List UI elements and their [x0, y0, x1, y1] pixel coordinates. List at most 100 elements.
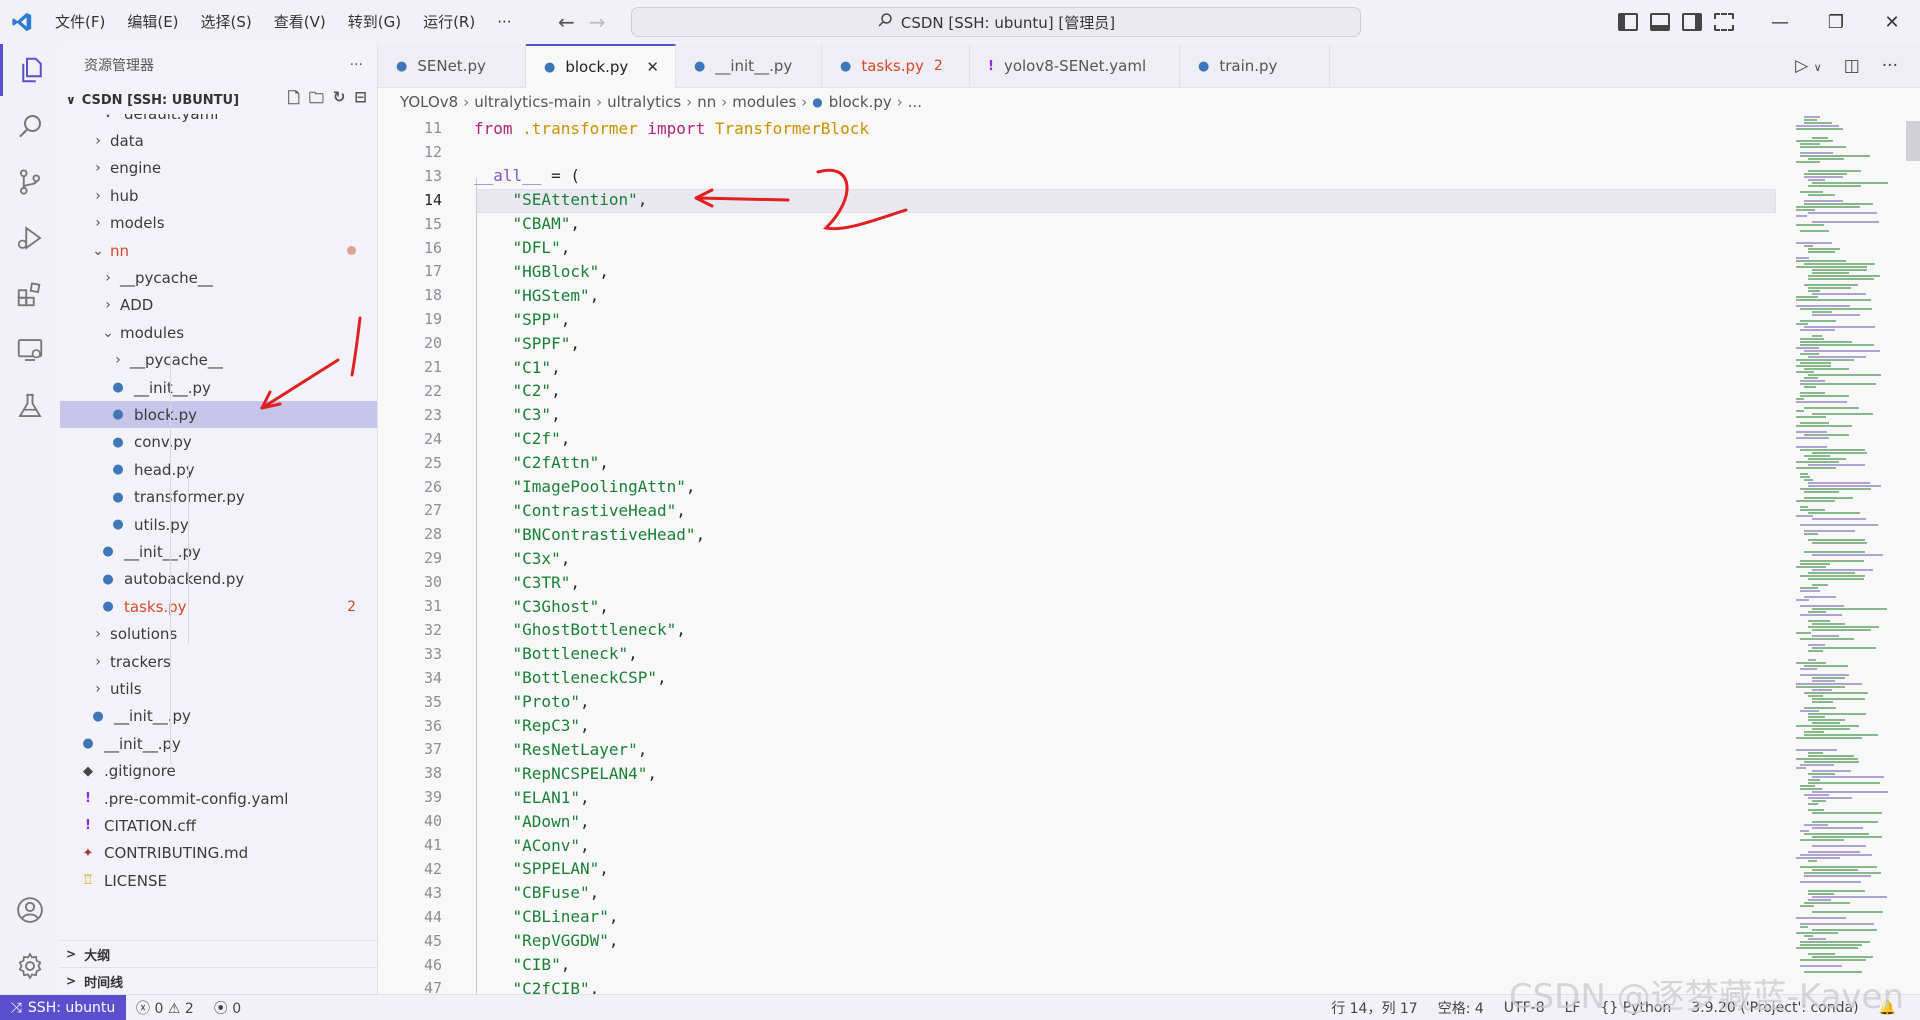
more-actions-icon[interactable]: ···	[350, 57, 363, 73]
tree-item[interactable]: ● conv.py	[60, 429, 377, 456]
breadcrumb-item[interactable]: block.py	[829, 93, 892, 111]
toggle-panel-icon[interactable]	[1650, 13, 1670, 31]
minimap-line	[1796, 857, 1840, 859]
minimap-line	[1804, 173, 1847, 175]
tree-item[interactable]: › hub	[60, 182, 377, 209]
minimap-line	[1804, 497, 1854, 499]
tree-item[interactable]: ● transformer.py	[60, 484, 377, 511]
breadcrumb-item[interactable]: nn	[697, 93, 716, 111]
settings-gear-icon[interactable]	[0, 940, 60, 992]
editor-tab[interactable]: ● train.py	[1180, 44, 1330, 88]
minimap-line	[1808, 278, 1875, 280]
remote-explorer-icon[interactable]	[0, 324, 60, 376]
search-icon[interactable]	[0, 100, 60, 152]
tree-item[interactable]: ● __init__.py	[60, 703, 377, 730]
tree-item[interactable]: › data	[60, 127, 377, 154]
close-tab-icon[interactable]: ✕	[646, 58, 659, 76]
minimap-line	[1808, 773, 1836, 775]
explorer-icon[interactable]	[0, 44, 60, 96]
command-center[interactable]: CSDN [SSH: ubuntu] [管理员]	[631, 7, 1361, 37]
minimap-line	[1800, 524, 1878, 526]
minimap-line	[1804, 176, 1843, 178]
tree-item[interactable]: ● __init__.py	[60, 730, 377, 757]
menu-item[interactable]: ···	[486, 0, 522, 44]
tree-item[interactable]: ! default.yaml	[60, 114, 377, 127]
tree-item[interactable]: › models	[60, 210, 377, 237]
tree-item[interactable]: ◆ .gitignore	[60, 758, 377, 785]
more-actions-icon[interactable]: ···	[1882, 56, 1898, 76]
breadcrumb-item[interactable]: YOLOv8	[400, 93, 458, 111]
minimap[interactable]	[1776, 116, 1920, 994]
new-file-icon[interactable]: 🗋	[288, 88, 300, 113]
customize-layout-icon[interactable]	[1714, 13, 1734, 31]
tree-item[interactable]: ● head.py	[60, 456, 377, 483]
close-icon[interactable]: ✕	[1864, 0, 1920, 44]
tree-item[interactable]: › __pycache__	[60, 347, 377, 374]
collapse-all-icon[interactable]: ⊟	[354, 88, 367, 113]
source-control-icon[interactable]	[0, 156, 60, 208]
menu-item[interactable]: 查看(V)	[263, 0, 337, 44]
menu-item[interactable]: 文件(F)	[44, 0, 116, 44]
menu-item[interactable]: 编辑(E)	[116, 0, 189, 44]
tree-item[interactable]: ● block.py	[60, 401, 377, 429]
menu-item[interactable]: 运行(R)	[412, 0, 486, 44]
tree-item[interactable]: ● autobackend.py	[60, 566, 377, 593]
editor-tab[interactable]: ● SENet.py	[378, 44, 526, 88]
tree-item[interactable]: › ADD	[60, 292, 377, 319]
tree-item[interactable]: ● tasks.py 2	[60, 593, 377, 620]
run-python-file-icon[interactable]: ▷ ∨	[1795, 56, 1822, 76]
tree-item[interactable]: › trackers	[60, 648, 377, 675]
remote-indicator[interactable]: ⤨ SSH: ubuntu	[0, 994, 126, 1020]
tree-item[interactable]: ● __init__.py	[60, 538, 377, 565]
ports-indicator[interactable]: ⦿ 0	[204, 998, 251, 1018]
explorer-root-folder[interactable]: ∨ CSDN [SSH: UBUNTU] 🗋 🗀 ↻ ⊟	[60, 86, 377, 114]
minimap-slider[interactable]	[1906, 121, 1920, 161]
restore-icon[interactable]: ❐	[1808, 0, 1864, 44]
editor-tab[interactable]: ● tasks.py 2	[822, 44, 970, 88]
editor-tab[interactable]: ! yolov8-SENet.yaml	[970, 44, 1180, 88]
run-debug-icon[interactable]	[0, 212, 60, 264]
string-literal: "C3x"	[512, 548, 561, 568]
tree-item[interactable]: › engine	[60, 155, 377, 182]
minimap-line	[1808, 287, 1852, 289]
tree-item[interactable]: ⌄ nn	[60, 237, 377, 264]
split-editor-icon[interactable]: ◫	[1844, 56, 1860, 76]
testing-icon[interactable]	[0, 380, 60, 432]
tree-item[interactable]: › solutions	[60, 621, 377, 648]
indentation[interactable]: 空格: 4	[1428, 998, 1494, 1018]
forward-arrow-icon[interactable]: →	[589, 10, 606, 34]
outline-section[interactable]: > 大纲	[60, 940, 377, 967]
breadcrumb-item[interactable]: ...	[908, 93, 922, 111]
refresh-icon[interactable]: ↻	[333, 88, 346, 113]
breadcrumb-item[interactable]: ultralytics	[607, 93, 681, 111]
line-number: 32	[423, 620, 442, 639]
tree-item[interactable]: › utils	[60, 675, 377, 702]
tree-item[interactable]: ♖ LICENSE	[60, 867, 377, 894]
tree-item[interactable]: ! .pre-commit-config.yaml	[60, 785, 377, 812]
editor-tab[interactable]: ● block.py ✕	[526, 44, 676, 88]
breadcrumb-item[interactable]: ultralytics-main	[474, 93, 591, 111]
back-arrow-icon[interactable]: ←	[558, 10, 575, 34]
tree-item[interactable]: ● __init__.py	[60, 374, 377, 401]
tree-item[interactable]: ⌄ modules	[60, 319, 377, 346]
minimap-line	[1796, 749, 1837, 751]
toggle-secondary-sidebar-icon[interactable]	[1682, 13, 1702, 31]
tree-item[interactable]: ✦ CONTRIBUTING.md	[60, 840, 377, 867]
breadcrumb-item[interactable]: modules	[732, 93, 796, 111]
tree-item[interactable]: ● utils.py	[60, 511, 377, 538]
account-icon[interactable]	[0, 884, 60, 936]
problems-indicator[interactable]: ⓧ 0 ⚠ 2	[126, 998, 204, 1018]
menu-item[interactable]: 转到(G)	[337, 0, 412, 44]
tree-item[interactable]: ! CITATION.cff	[60, 812, 377, 839]
tree-item-label: __pycache__	[120, 268, 213, 287]
minimize-icon[interactable]: —	[1752, 0, 1808, 44]
toggle-primary-sidebar-icon[interactable]	[1618, 13, 1638, 31]
editor-tab[interactable]: ● __init__.py	[676, 44, 822, 88]
cursor-position[interactable]: 行 14，列 17	[1321, 998, 1428, 1018]
menu-item[interactable]: 选择(S)	[190, 0, 263, 44]
code-editor[interactable]: 11 from .transformer import TransformerBl…	[378, 116, 1776, 994]
timeline-section[interactable]: > 时间线	[60, 967, 377, 994]
extensions-icon[interactable]	[0, 268, 60, 320]
tree-item[interactable]: › __pycache__	[60, 264, 377, 291]
new-folder-icon[interactable]: 🗀	[309, 88, 324, 113]
